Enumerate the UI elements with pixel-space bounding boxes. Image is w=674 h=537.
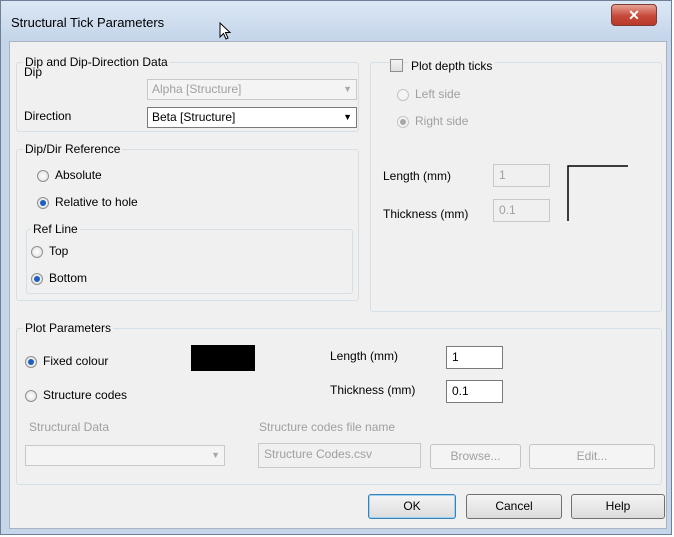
- edit-button[interactable]: Edit...: [529, 444, 655, 469]
- plot-depth-ticks-checkbox[interactable]: [390, 59, 403, 72]
- bottom-radio[interactable]: [31, 273, 43, 285]
- absolute-radio[interactable]: [37, 170, 49, 182]
- structural-data-label: Structural Data: [29, 420, 110, 434]
- depth-ticks-group: Plot depth ticks Left side Right side Le…: [370, 59, 662, 312]
- bottom-label: Bottom: [49, 271, 88, 285]
- relative-to-hole-radio[interactable]: [37, 197, 49, 209]
- fixed-colour-radio[interactable]: [25, 356, 37, 368]
- close-button[interactable]: ✕: [611, 4, 657, 26]
- ok-button[interactable]: OK: [368, 494, 456, 519]
- relative-to-hole-label: Relative to hole: [55, 195, 138, 209]
- plot-parameters-legend: Plot Parameters: [23, 321, 114, 335]
- direction-select[interactable]: Beta [Structure] ▼: [147, 107, 357, 128]
- dialog-window: Structural Tick Parameters ✕ Dip and Dip…: [0, 0, 672, 535]
- plot-length-label: Length (mm): [330, 349, 399, 363]
- top-radio[interactable]: [31, 246, 43, 258]
- structure-codes-label: Structure codes: [43, 388, 128, 402]
- fixed-colour-label: Fixed colour: [43, 354, 109, 368]
- colour-swatch[interactable]: [191, 345, 255, 371]
- depth-thickness-input[interactable]: 0.1: [493, 199, 550, 222]
- browse-button[interactable]: Browse...: [430, 444, 521, 469]
- tick-preview-icon: [567, 165, 628, 221]
- right-side-label: Right side: [415, 114, 469, 128]
- ref-line-group: Ref Line Top Bottom: [26, 222, 353, 294]
- codes-file-input[interactable]: Structure Codes.csv: [258, 443, 421, 468]
- absolute-label: Absolute: [55, 168, 102, 182]
- cancel-button[interactable]: Cancel: [466, 494, 562, 519]
- help-button[interactable]: Help: [571, 494, 665, 519]
- plot-depth-ticks-label: Plot depth ticks: [408, 59, 496, 73]
- depth-length-input[interactable]: 1: [493, 164, 550, 187]
- structural-data-select[interactable]: ▼: [25, 445, 225, 466]
- chevron-down-icon: ▼: [343, 84, 352, 94]
- plot-thickness-input[interactable]: 0.1: [446, 380, 503, 403]
- dip-direction-legend: Dip and Dip-Direction Data: [23, 55, 170, 69]
- plot-length-input[interactable]: 1: [446, 346, 503, 369]
- depth-length-label: Length (mm): [383, 169, 452, 183]
- left-side-radio[interactable]: [397, 89, 409, 101]
- structure-codes-radio[interactable]: [25, 390, 37, 402]
- dip-direction-group: Dip and Dip-Direction Data Dip Alpha [St…: [16, 55, 359, 132]
- left-side-label: Left side: [415, 87, 461, 101]
- mouse-cursor-icon: [219, 22, 232, 40]
- dip-dir-reference-legend: Dip/Dir Reference: [23, 142, 123, 156]
- right-side-radio[interactable]: [397, 116, 409, 128]
- codes-file-label: Structure codes file name: [259, 420, 396, 434]
- dip-select-value: Alpha [Structure]: [152, 82, 242, 96]
- dialog-body: Dip and Dip-Direction Data Dip Alpha [St…: [9, 41, 667, 529]
- plot-thickness-label: Thickness (mm): [330, 383, 416, 397]
- dip-select[interactable]: Alpha [Structure] ▼: [147, 79, 357, 100]
- dip-dir-reference-group: Dip/Dir Reference Absolute Relative to h…: [16, 142, 359, 301]
- depth-thickness-label: Thickness (mm): [383, 207, 469, 221]
- dip-label: Dip: [24, 65, 43, 79]
- top-label: Top: [49, 244, 69, 258]
- direction-select-value: Beta [Structure]: [152, 110, 236, 124]
- chevron-down-icon: ▼: [343, 112, 352, 122]
- plot-parameters-group: Plot Parameters Fixed colour Length (mm)…: [16, 321, 662, 485]
- window-title: Structural Tick Parameters: [11, 15, 165, 30]
- title-bar[interactable]: Structural Tick Parameters ✕: [1, 1, 671, 41]
- ref-line-legend: Ref Line: [31, 222, 80, 236]
- direction-label: Direction: [24, 109, 72, 123]
- chevron-down-icon: ▼: [211, 450, 220, 460]
